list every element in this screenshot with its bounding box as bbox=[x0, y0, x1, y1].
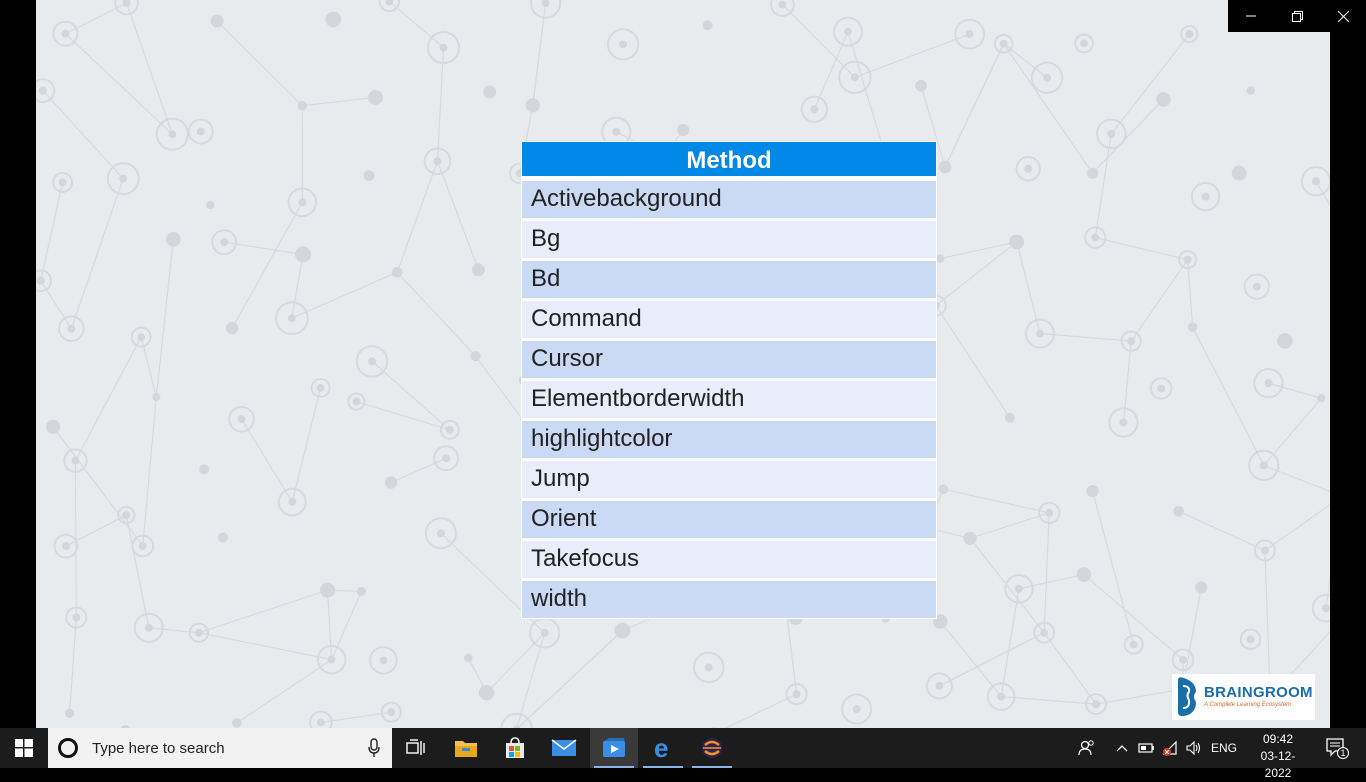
window-controls bbox=[1228, 0, 1366, 32]
microphone-icon[interactable] bbox=[368, 738, 380, 758]
logo-name: BRAINGROOM bbox=[1204, 685, 1313, 701]
microsoft-store-button[interactable] bbox=[491, 728, 539, 768]
braingroom-logo: BRAINGROOM A Complete Learning Ecosystem bbox=[1172, 674, 1315, 720]
edge-button[interactable]: e bbox=[639, 728, 687, 768]
restore-icon bbox=[1292, 11, 1303, 22]
task-view-button[interactable] bbox=[392, 728, 440, 768]
table-row: Jump bbox=[521, 459, 937, 499]
eclipse-icon bbox=[700, 736, 724, 760]
notification-icon: 1 bbox=[1325, 737, 1349, 759]
battery-button[interactable] bbox=[1136, 728, 1158, 768]
input-language-button[interactable]: ENG bbox=[1208, 728, 1240, 768]
battery-icon bbox=[1138, 742, 1156, 754]
minimize-button[interactable] bbox=[1228, 0, 1274, 32]
restore-button[interactable] bbox=[1274, 0, 1320, 32]
table-row: Takefocus bbox=[521, 539, 937, 579]
close-button[interactable] bbox=[1320, 0, 1366, 32]
search-box[interactable]: Type here to search bbox=[48, 728, 392, 768]
network-button[interactable] bbox=[1160, 728, 1182, 768]
mail-button[interactable] bbox=[540, 728, 588, 768]
brain-logo-icon bbox=[1174, 676, 1200, 718]
table-row: Activebackground bbox=[521, 179, 937, 219]
start-button[interactable] bbox=[0, 728, 48, 768]
table-header: Method bbox=[521, 141, 937, 179]
cortana-icon bbox=[58, 738, 78, 758]
clock[interactable]: 09:42 03-12-2022 bbox=[1250, 731, 1306, 782]
network-disconnected-icon bbox=[1162, 740, 1180, 756]
file-explorer-button[interactable] bbox=[442, 728, 490, 768]
show-hidden-icons-button[interactable] bbox=[1112, 728, 1132, 768]
chevron-up-icon bbox=[1116, 744, 1128, 752]
task-view-icon bbox=[406, 739, 426, 757]
clock-time: 09:42 bbox=[1250, 731, 1306, 748]
volume-button[interactable] bbox=[1184, 728, 1204, 768]
windows-icon bbox=[15, 739, 33, 757]
taskbar: Type here to search bbox=[0, 728, 1366, 768]
table-row: Command bbox=[521, 299, 937, 339]
svg-text:e: e bbox=[654, 736, 668, 760]
table-row: Cursor bbox=[521, 339, 937, 379]
logo-tagline: A Complete Learning Ecosystem bbox=[1204, 701, 1313, 709]
table-row: Bg bbox=[521, 219, 937, 259]
language-indicator: ENG bbox=[1211, 741, 1237, 755]
table-row: highlightcolor bbox=[521, 419, 937, 459]
table-row: width bbox=[521, 579, 937, 619]
store-icon bbox=[504, 737, 526, 759]
edge-icon: e bbox=[651, 736, 675, 760]
close-icon bbox=[1338, 11, 1349, 22]
slide: Method ActivebackgroundBgBdCommandCursor… bbox=[36, 0, 1330, 728]
clock-date: 03-12-2022 bbox=[1250, 748, 1306, 782]
video-player-icon bbox=[601, 737, 627, 759]
method-table: Method ActivebackgroundBgBdCommandCursor… bbox=[521, 141, 937, 619]
minimize-icon bbox=[1246, 11, 1256, 21]
eclipse-button[interactable] bbox=[688, 728, 736, 768]
people-icon bbox=[1078, 740, 1096, 756]
table-row: Elementborderwidth bbox=[521, 379, 937, 419]
people-button[interactable] bbox=[1074, 728, 1100, 768]
folder-icon bbox=[454, 738, 478, 758]
notification-count: 1 bbox=[1340, 748, 1345, 758]
speaker-icon bbox=[1186, 741, 1202, 755]
table-row: Bd bbox=[521, 259, 937, 299]
search-placeholder: Type here to search bbox=[92, 740, 225, 757]
table-row: Orient bbox=[521, 499, 937, 539]
mail-icon bbox=[551, 739, 577, 757]
action-center-button[interactable]: 1 bbox=[1320, 728, 1354, 768]
media-player-button[interactable] bbox=[590, 728, 638, 768]
